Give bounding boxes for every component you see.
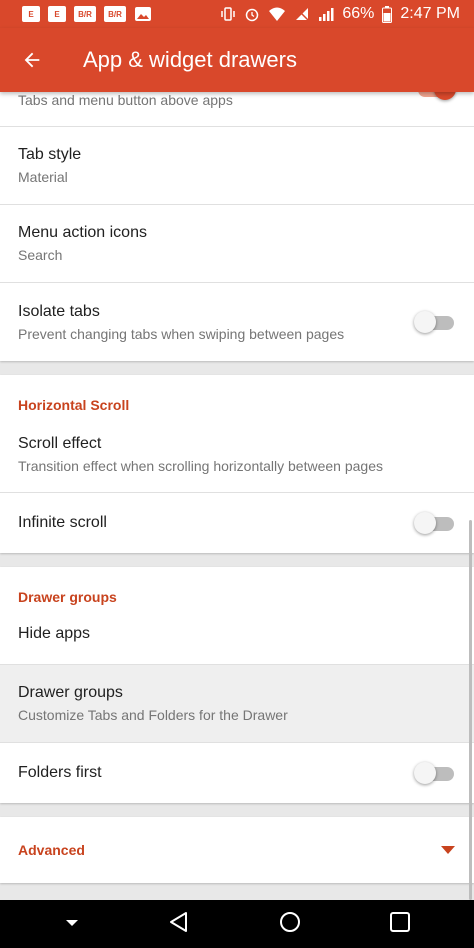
isolate-tabs-title: Isolate tabs — [18, 302, 100, 320]
drawer-groups-header: Drawer groups — [18, 589, 117, 605]
folders-first-title: Folders first — [18, 764, 102, 781]
tab-style-title: Tab style — [18, 146, 82, 163]
scroll-effect-title: Scroll effect — [18, 435, 102, 452]
drawer-groups-card: Drawer groups Hide apps Drawer groups Cu… — [0, 567, 474, 803]
infinite-scroll-toggle[interactable] — [414, 512, 456, 534]
notification-e-icon: E — [22, 6, 40, 22]
folders-first-toggle[interactable] — [414, 762, 456, 784]
no-signal-icon — [294, 6, 310, 22]
scrollbar[interactable] — [469, 520, 472, 900]
hide-apps-row[interactable]: Hide apps — [0, 625, 474, 665]
scroll-effect-row[interactable]: Scroll effect Transition effect when scr… — [0, 433, 474, 493]
isolate-tabs-subtitle: Prevent changing tabs when swiping betwe… — [18, 325, 345, 342]
advanced-row[interactable]: Advanced — [0, 817, 474, 883]
notification-br-icon: B/R — [104, 6, 126, 22]
alarm-icon — [246, 8, 259, 22]
drawer-groups-title: Drawer groups — [18, 684, 123, 701]
notification-e-icon: E — [48, 6, 66, 22]
notification-br-icon: B/R — [74, 6, 96, 22]
battery-icon — [382, 5, 393, 23]
advanced-card: Advanced — [0, 817, 474, 883]
tab-style-value: Material — [18, 169, 68, 185]
recents-square-icon — [389, 911, 410, 932]
isolate-tabs-toggle[interactable] — [414, 311, 456, 333]
drawer-groups-subtitle: Customize Tabs and Folders for the Drawe… — [18, 707, 288, 723]
show-tabs-toggle[interactable] — [414, 92, 456, 100]
scroll-effect-subtitle: Transition effect when scrolling horizon… — [18, 458, 383, 474]
folders-first-row[interactable]: Folders first — [0, 743, 474, 803]
page-title: App & widget drawers — [83, 47, 297, 72]
status-bar: E E B/R B/R 66% 2:47 PM — [0, 0, 474, 28]
navigation-bar — [0, 900, 474, 948]
horizontal-scroll-header: Horizontal Scroll — [18, 397, 130, 413]
show-tabs-row-partial[interactable]: Tabs and menu button above apps — [0, 92, 474, 127]
home-circle-icon — [279, 911, 300, 932]
nav-home-button[interactable] — [278, 910, 302, 939]
back-button[interactable] — [0, 28, 64, 92]
nav-recents-button[interactable] — [389, 911, 411, 938]
drawer-groups-row[interactable]: Drawer groups Customize Tabs and Folders… — [0, 665, 474, 743]
show-tabs-subtitle: Tabs and menu button above apps — [18, 92, 233, 108]
app-bar: App & widget drawers — [0, 28, 474, 92]
tab-style-row[interactable]: Tab style Material — [0, 127, 474, 205]
back-triangle-icon — [169, 911, 187, 932]
menu-action-icons-row[interactable]: Menu action icons Search — [0, 205, 474, 283]
infinite-scroll-row[interactable]: Infinite scroll — [0, 493, 474, 553]
isolate-tabs-row[interactable]: Isolate tabs Prevent changing tabs when … — [0, 283, 474, 361]
tabs-settings-card: Tabs and menu button above apps Tab styl… — [0, 92, 474, 361]
cell-signal-icon — [319, 8, 334, 21]
settings-list[interactable]: Tabs and menu button above apps Tab styl… — [0, 92, 474, 900]
battery-percentage: 66% — [342, 5, 375, 22]
nav-back-button[interactable] — [167, 910, 191, 939]
horizontal-scroll-card: Horizontal Scroll Scroll effect Transiti… — [0, 375, 474, 553]
menu-action-icons-value: Search — [18, 247, 63, 263]
chevron-down-icon — [65, 920, 78, 926]
hide-apps-title: Hide apps — [18, 625, 91, 642]
image-notification-icon — [135, 7, 151, 21]
clock: 2:47 PM — [400, 5, 460, 22]
arrow-back-icon — [24, 52, 40, 68]
menu-action-icons-title: Menu action icons — [18, 224, 147, 241]
expand-triangle-icon — [441, 846, 455, 854]
infinite-scroll-title: Infinite scroll — [18, 514, 107, 531]
vibrate-icon — [221, 7, 236, 21]
wifi-icon — [269, 7, 286, 21]
hide-nav-button[interactable] — [64, 915, 80, 933]
advanced-label: Advanced — [18, 842, 85, 858]
